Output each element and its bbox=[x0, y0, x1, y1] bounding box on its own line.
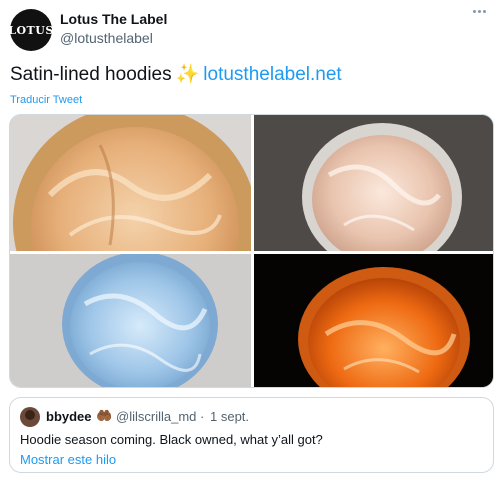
author-avatar[interactable]: LOTUS bbox=[8, 9, 54, 51]
quote-author-avatar[interactable] bbox=[20, 407, 40, 427]
more-options-icon[interactable] bbox=[468, 4, 490, 18]
media-image-blue-hood[interactable] bbox=[10, 254, 251, 387]
media-image-orange-hood[interactable] bbox=[254, 254, 493, 387]
translate-tweet-link[interactable]: Traducir Tweet bbox=[10, 94, 82, 106]
media-image-blush-hood[interactable] bbox=[254, 115, 493, 251]
tweet-link[interactable]: lotusthelabel.net bbox=[203, 64, 341, 85]
quote-text: Hoodie season coming. Black owned, what … bbox=[20, 432, 323, 447]
tweet-text: Satin-lined hoodies ✨ lotusthelabel.net bbox=[10, 62, 342, 86]
quote-date[interactable]: 1 sept. bbox=[210, 409, 249, 424]
author-handle[interactable]: @lotusthelabel bbox=[60, 30, 153, 46]
avatar-logo-text: LOTUS bbox=[8, 23, 54, 37]
quote-author-name[interactable]: bbydee bbox=[46, 409, 92, 424]
quoted-tweet[interactable]: bbydee 🤲🏾 @lilscrilla_md · 1 sept. Hoodi… bbox=[9, 397, 494, 473]
quote-separator: · bbox=[200, 409, 205, 424]
quote-author-handle[interactable]: @lilscrilla_md bbox=[116, 409, 196, 424]
show-thread-link[interactable]: Mostrar este hilo bbox=[20, 452, 116, 467]
author-name[interactable]: Lotus The Label bbox=[60, 11, 167, 27]
quote-author-emoji: 🤲🏾 bbox=[96, 408, 113, 423]
media-grid bbox=[9, 114, 494, 388]
media-image-peach-hood[interactable] bbox=[10, 115, 251, 251]
tweet-body: Satin-lined hoodies bbox=[10, 64, 172, 85]
sparkles-emoji: ✨ bbox=[175, 64, 200, 85]
